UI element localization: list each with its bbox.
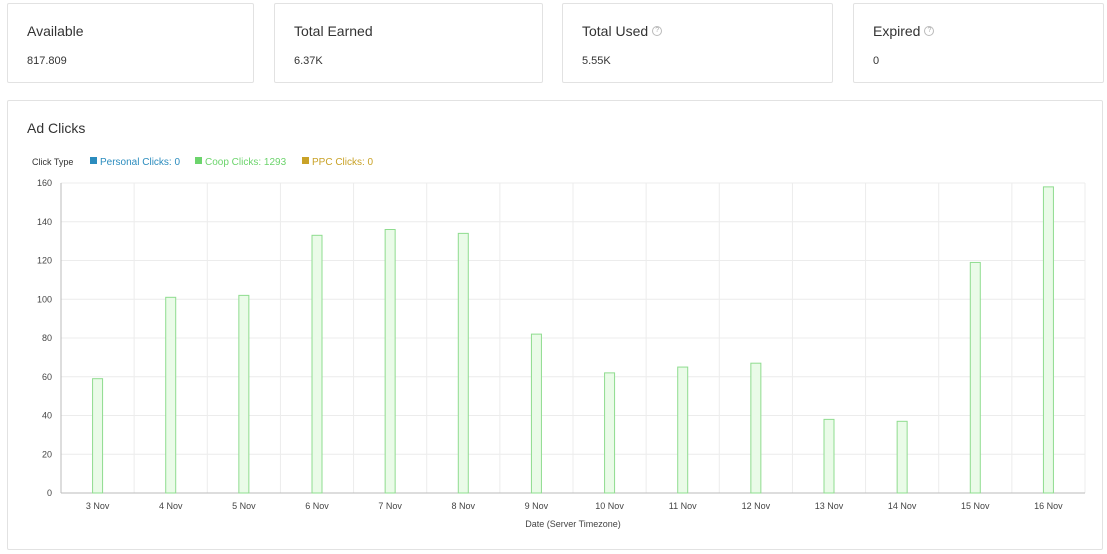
expired-title: Expired? [873, 23, 935, 39]
ad-clicks-panel: Ad Clicks Click Type Personal Clicks: 0 Co… [7, 100, 1103, 550]
bar-coop-clicks [604, 372, 616, 494]
x-tick-label: 12 Nov [742, 501, 771, 511]
bar-coop-clicks [530, 333, 542, 494]
y-tick-label: 60 [42, 372, 52, 382]
legend-item: PPC Clicks: 0 [312, 157, 374, 168]
y-tick-label: 80 [42, 333, 52, 343]
legend-item: Personal Clicks: 0 [100, 157, 180, 168]
x-tick-label: 5 Nov [232, 501, 256, 511]
y-tick-label: 140 [37, 217, 52, 227]
bar-coop-clicks [1042, 186, 1054, 494]
legend-swatch [195, 157, 202, 164]
expired-label: Expired [873, 23, 921, 39]
available-title: Available [27, 23, 84, 39]
bar-coop-clicks [969, 261, 981, 494]
help-icon[interactable]: ? [652, 26, 663, 37]
y-tick-label: 20 [42, 449, 52, 459]
x-tick-label: 6 Nov [305, 501, 329, 511]
bar-coop-clicks [677, 366, 689, 494]
y-tick-label: 100 [37, 294, 52, 304]
x-tick-label: 11 Nov [669, 501, 697, 511]
total-used-card: Total Used? 5.55K [562, 3, 833, 83]
total-earned-card: Total Earned 6.37K [274, 3, 543, 83]
legend-item: Coop Clicks: 1293 [205, 157, 287, 168]
total-earned-title: Total Earned [294, 23, 373, 39]
bar-coop-clicks [238, 294, 250, 494]
bar-coop-clicks [823, 418, 835, 494]
legend-swatch [90, 157, 97, 164]
x-axis-title: Date (Server Timezone) [525, 519, 621, 529]
bar-coop-clicks [92, 378, 104, 494]
bar-coop-clicks [750, 362, 762, 494]
x-tick-label: 15 Nov [961, 501, 990, 511]
x-tick-label: 4 Nov [159, 501, 183, 511]
x-tick-label: 8 Nov [452, 501, 476, 511]
help-icon[interactable]: ? [924, 26, 935, 37]
bar-coop-clicks [457, 232, 469, 494]
total-used-title: Total Used? [582, 23, 663, 39]
available-card: Available 817.809 [7, 3, 254, 83]
y-tick-label: 40 [42, 411, 52, 421]
x-tick-label: 7 Nov [378, 501, 402, 511]
expired-value: 0 [873, 55, 880, 67]
bar-coop-clicks [384, 229, 396, 494]
legend-swatch [302, 157, 309, 164]
y-tick-label: 160 [37, 178, 52, 188]
y-tick-label: 120 [37, 256, 52, 266]
ad-clicks-chart: Click Type Personal Clicks: 0 Coop Clicks:… [32, 157, 1086, 529]
x-tick-label: 16 Nov [1034, 501, 1063, 511]
total-earned-value: 6.37K [294, 55, 323, 67]
x-tick-label: 9 Nov [525, 501, 549, 511]
x-tick-label: 10 Nov [595, 501, 624, 511]
y-tick-label: 0 [47, 488, 52, 498]
bar-coop-clicks [165, 296, 177, 494]
total-used-value: 5.55K [582, 55, 611, 67]
available-value: 817.809 [27, 55, 67, 67]
x-tick-label: 13 Nov [815, 501, 844, 511]
legend-title: Click Type [32, 157, 73, 167]
bar-coop-clicks [896, 420, 908, 494]
x-tick-label: 14 Nov [888, 501, 917, 511]
expired-card: Expired? 0 [853, 3, 1104, 83]
x-tick-label: 3 Nov [86, 501, 110, 511]
bar-coop-clicks [311, 234, 323, 494]
total-used-label: Total Used [582, 23, 649, 39]
